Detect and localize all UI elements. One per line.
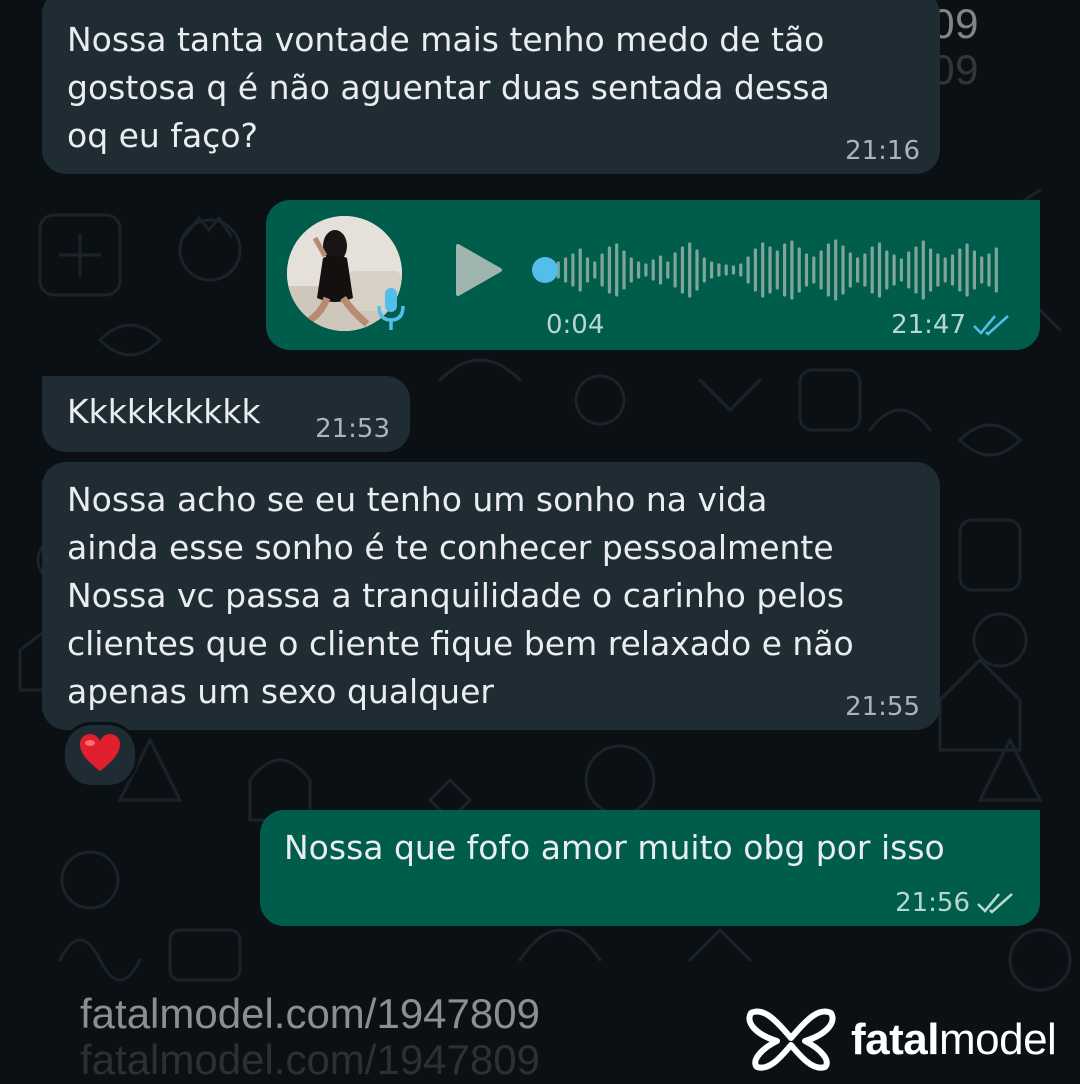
heart-icon xyxy=(78,733,122,777)
playback-position-dot xyxy=(532,257,558,283)
message-text: Nossa tanta vontade mais tenho medo de t… xyxy=(67,20,830,155)
fatalmodel-logo-icon xyxy=(745,1005,837,1075)
watermark-bottom-ghost: fatalmodel.com/1947809 xyxy=(80,1036,540,1083)
fatalmodel-brand: fatalmodel xyxy=(745,1005,1057,1075)
brand-name-bold: fatal xyxy=(851,1015,939,1064)
message-incoming-1[interactable]: Nossa tanta vontade mais tenho medo de t… xyxy=(42,0,940,174)
double-check-icon xyxy=(972,312,1012,338)
reaction-badge[interactable] xyxy=(62,722,138,788)
voice-duration: 0:04 xyxy=(546,310,605,340)
message-time: 21:56 xyxy=(895,888,970,918)
message-time: 21:55 xyxy=(845,692,920,722)
brand-name-rest: model xyxy=(938,1015,1057,1064)
message-text: Nossa que fofo amor muito obg por isso xyxy=(284,828,945,867)
double-check-icon xyxy=(976,890,1016,916)
message-text: Nossa acho se eu tenho um sonho na vida … xyxy=(67,480,854,711)
message-incoming-2[interactable]: Kkkkkkkkkk 21:53 xyxy=(42,376,410,452)
brand-name: fatalmodel xyxy=(851,1015,1057,1065)
voice-waveform[interactable] xyxy=(531,238,1001,303)
message-time: 21:53 xyxy=(315,414,390,444)
watermark-bottom: fatalmodel.com/1947809 xyxy=(80,990,540,1037)
play-icon[interactable] xyxy=(454,242,504,302)
message-incoming-3[interactable]: Nossa acho se eu tenho um sonho na vida … xyxy=(42,462,940,730)
message-outgoing-1[interactable]: Nossa que fofo amor muito obg por isso 2… xyxy=(260,810,1040,926)
message-time: 21:16 xyxy=(845,136,920,166)
message-time: 21:47 xyxy=(891,310,966,340)
microphone-icon xyxy=(376,286,406,338)
voice-message-outgoing[interactable]: 0:04 21:47 xyxy=(266,200,1040,350)
